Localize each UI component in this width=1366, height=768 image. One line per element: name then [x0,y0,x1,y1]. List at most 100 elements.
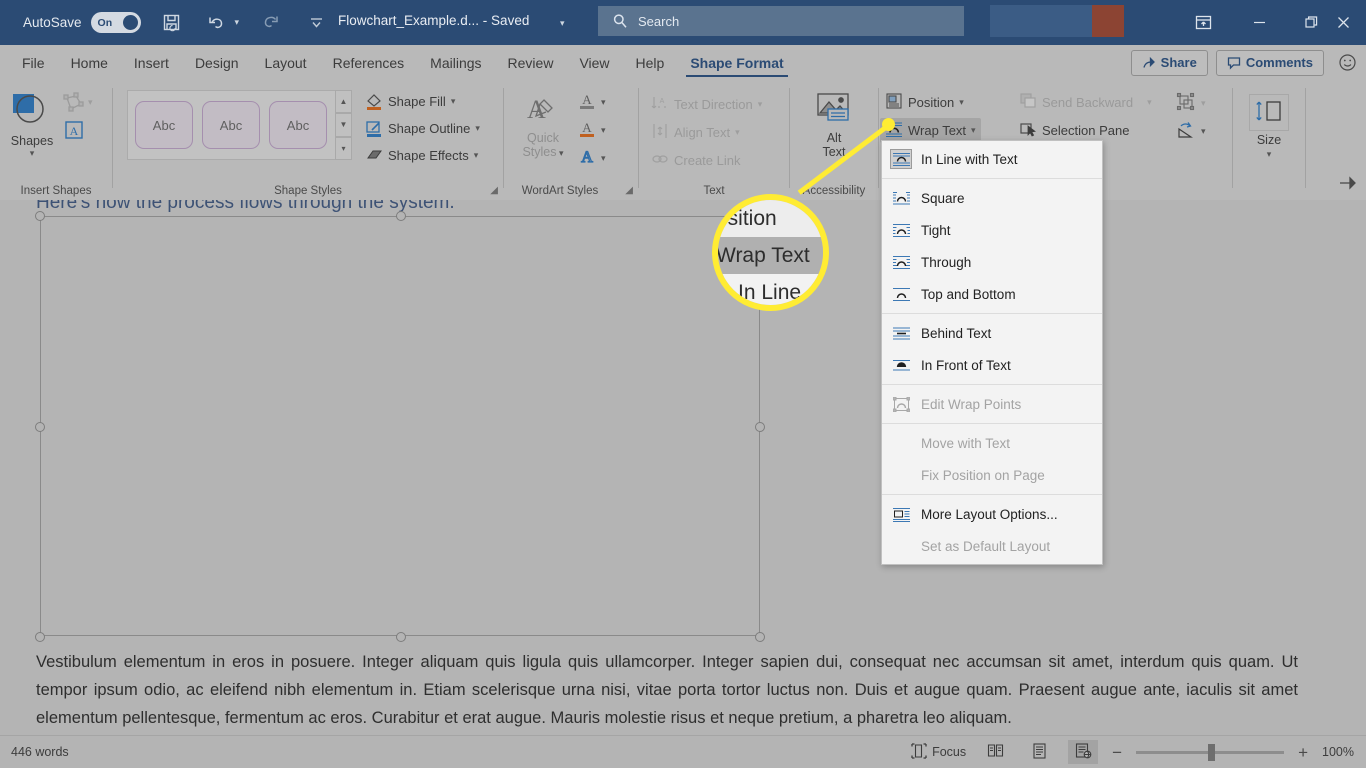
size-button[interactable]: Size ▾ [1239,94,1299,161]
text-fill-chevron-down-icon[interactable]: ▾ [601,97,606,108]
resize-handle-bottom-right[interactable] [755,632,765,642]
shape-fill-button[interactable]: Shape Fill ▾ [365,89,480,114]
zoom-in-icon[interactable]: + [1298,744,1308,761]
shape-effects-button[interactable]: Shape Effects ▾ [365,143,480,168]
wrap-text-dropdown-menu[interactable]: In Line with Text Square Tight Through T… [881,140,1103,565]
search-input[interactable]: Search [598,6,964,36]
resize-handle-top-left[interactable] [35,211,45,221]
menu-item-square[interactable]: Square [882,182,1102,214]
size-chevron-down-icon[interactable]: ▾ [1267,147,1272,161]
minimize-icon[interactable] [1236,0,1282,45]
undo-chevron-down-icon[interactable]: ▾ [235,17,240,28]
tab-help[interactable]: Help [623,46,678,79]
tab-layout[interactable]: Layout [252,46,320,79]
tab-review[interactable]: Review [495,46,567,79]
position-chevron-down-icon[interactable]: ▾ [959,97,964,108]
shape-style-preview[interactable]: Abc [202,101,260,149]
menu-item-tight[interactable]: Tight [882,214,1102,246]
read-mode-button[interactable] [980,740,1010,764]
tab-insert[interactable]: Insert [121,46,182,79]
dialog-launcher-icon[interactable]: ◢ [625,185,633,196]
undo-icon[interactable] [203,8,233,38]
edit-shape-chevron-down-icon[interactable]: ▾ [88,97,93,108]
align-text-chevron-down-icon[interactable]: ▾ [735,127,740,138]
menu-item-behind-text[interactable]: Behind Text [882,317,1102,349]
share-button[interactable]: Share [1130,49,1208,76]
web-layout-button[interactable] [1068,740,1099,764]
zoom-level[interactable]: 100% [1322,745,1354,759]
shapes-button[interactable]: Shapes ▾ [10,92,54,159]
menu-item-in-line-with-text[interactable]: In Line with Text [882,143,1102,175]
tab-view[interactable]: View [566,46,622,79]
shape-style-preview[interactable]: Abc [269,101,327,149]
print-layout-button[interactable] [1024,740,1054,764]
scroll-up-icon[interactable]: ▲ [335,90,352,114]
wordart-quick-styles-button[interactable]: A Quick Styles ▾ [516,94,570,160]
text-effects-button[interactable]: A ▾ [578,146,606,171]
document-title[interactable]: Flowchart_Example.d... - Saved [338,13,529,28]
wrap-text-chevron-down-icon[interactable]: ▾ [971,125,976,136]
customize-quick-access-icon[interactable] [301,8,331,38]
resize-handle-middle-left[interactable] [35,422,45,432]
shape-effects-chevron-down-icon[interactable]: ▾ [474,150,479,161]
tab-shape-format[interactable]: Shape Format [677,46,796,79]
scroll-down-icon[interactable]: ▼ [335,113,352,137]
ribbon-display-options-icon[interactable] [1180,0,1226,45]
menu-item-edit-wrap-points[interactable]: Edit Wrap Points [882,388,1102,420]
send-backward-chevron-down-icon[interactable]: ▾ [1147,97,1152,108]
avatar[interactable] [1092,5,1124,37]
text-direction-chevron-down-icon[interactable]: ▾ [758,99,763,110]
rotate-chevron-down-icon[interactable]: ▾ [1201,126,1206,137]
title-chevron-down-icon[interactable]: ▾ [560,18,565,29]
text-effects-chevron-down-icon[interactable]: ▾ [601,153,606,164]
tab-mailings[interactable]: Mailings [417,46,494,79]
rotate-objects-button[interactable]: ▾ [1176,120,1206,142]
resize-handle-middle-right[interactable] [755,422,765,432]
document-body-text[interactable]: Vestibulum elementum in eros in posuere.… [36,648,1298,732]
shape-outline-button[interactable]: Shape Outline ▾ [365,116,480,141]
menu-item-fix-position-on-page[interactable]: Fix Position on Page [882,459,1102,491]
group-chevron-down-icon[interactable]: ▾ [1201,98,1206,109]
redo-icon[interactable] [255,8,285,38]
edit-shape-icon[interactable] [62,92,86,119]
menu-item-top-and-bottom[interactable]: Top and Bottom [882,278,1102,310]
focus-mode-button[interactable]: Focus [911,742,966,762]
menu-item-in-front-of-text[interactable]: In Front of Text [882,349,1102,381]
shape-styles-scroll[interactable]: ▲ ▼ ▾ [335,90,352,160]
text-fill-button[interactable]: A ▾ [578,90,606,115]
text-outline-chevron-down-icon[interactable]: ▾ [601,125,606,136]
shapes-chevron-down-icon[interactable]: ▾ [30,148,35,159]
comments-button[interactable]: Comments [1215,49,1324,76]
menu-item-move-with-text[interactable]: Move with Text [882,427,1102,459]
resize-handle-bottom-center[interactable] [396,632,406,642]
shape-fill-chevron-down-icon[interactable]: ▾ [451,96,456,107]
group-objects-button[interactable]: ▾ [1176,92,1206,114]
tab-references[interactable]: References [320,46,418,79]
menu-item-more-layout-options[interactable]: More Layout Options... [882,498,1102,530]
zoom-slider-thumb[interactable] [1208,743,1216,761]
zoom-slider[interactable] [1136,743,1285,761]
tab-file[interactable]: File [9,46,58,79]
menu-item-through[interactable]: Through [882,246,1102,278]
position-button[interactable]: Position ▾ [885,90,976,115]
draw-text-box-icon[interactable]: A [62,119,86,146]
create-link-button[interactable]: Create Link [651,148,762,173]
tab-design[interactable]: Design [182,46,252,79]
tab-home[interactable]: Home [58,46,121,79]
resize-handle-top-center[interactable] [396,211,406,221]
word-count[interactable]: 446 words [11,745,69,759]
close-icon[interactable] [1320,0,1366,45]
menu-item-set-as-default-layout[interactable]: Set as Default Layout [882,530,1102,562]
gallery-more-icon[interactable]: ▾ [335,136,352,160]
text-outline-button[interactable]: A ▾ [578,118,606,143]
align-text-button[interactable]: Align Text ▾ [651,120,762,145]
document-canvas[interactable]: Here's how the process flows through the… [0,200,1366,735]
text-direction-button[interactable]: A Text Direction ▾ [651,92,762,117]
pin-ribbon-icon[interactable] [1338,175,1358,196]
selected-shape-bounding-box[interactable] [35,211,765,642]
autosave-toggle[interactable]: On [90,12,141,33]
send-backward-button[interactable]: Send Backward ▾ [1019,90,1152,115]
shape-style-preview[interactable]: Abc [135,101,193,149]
feedback-smiley-icon[interactable] [1332,48,1362,78]
zoom-out-icon[interactable]: − [1112,744,1122,761]
